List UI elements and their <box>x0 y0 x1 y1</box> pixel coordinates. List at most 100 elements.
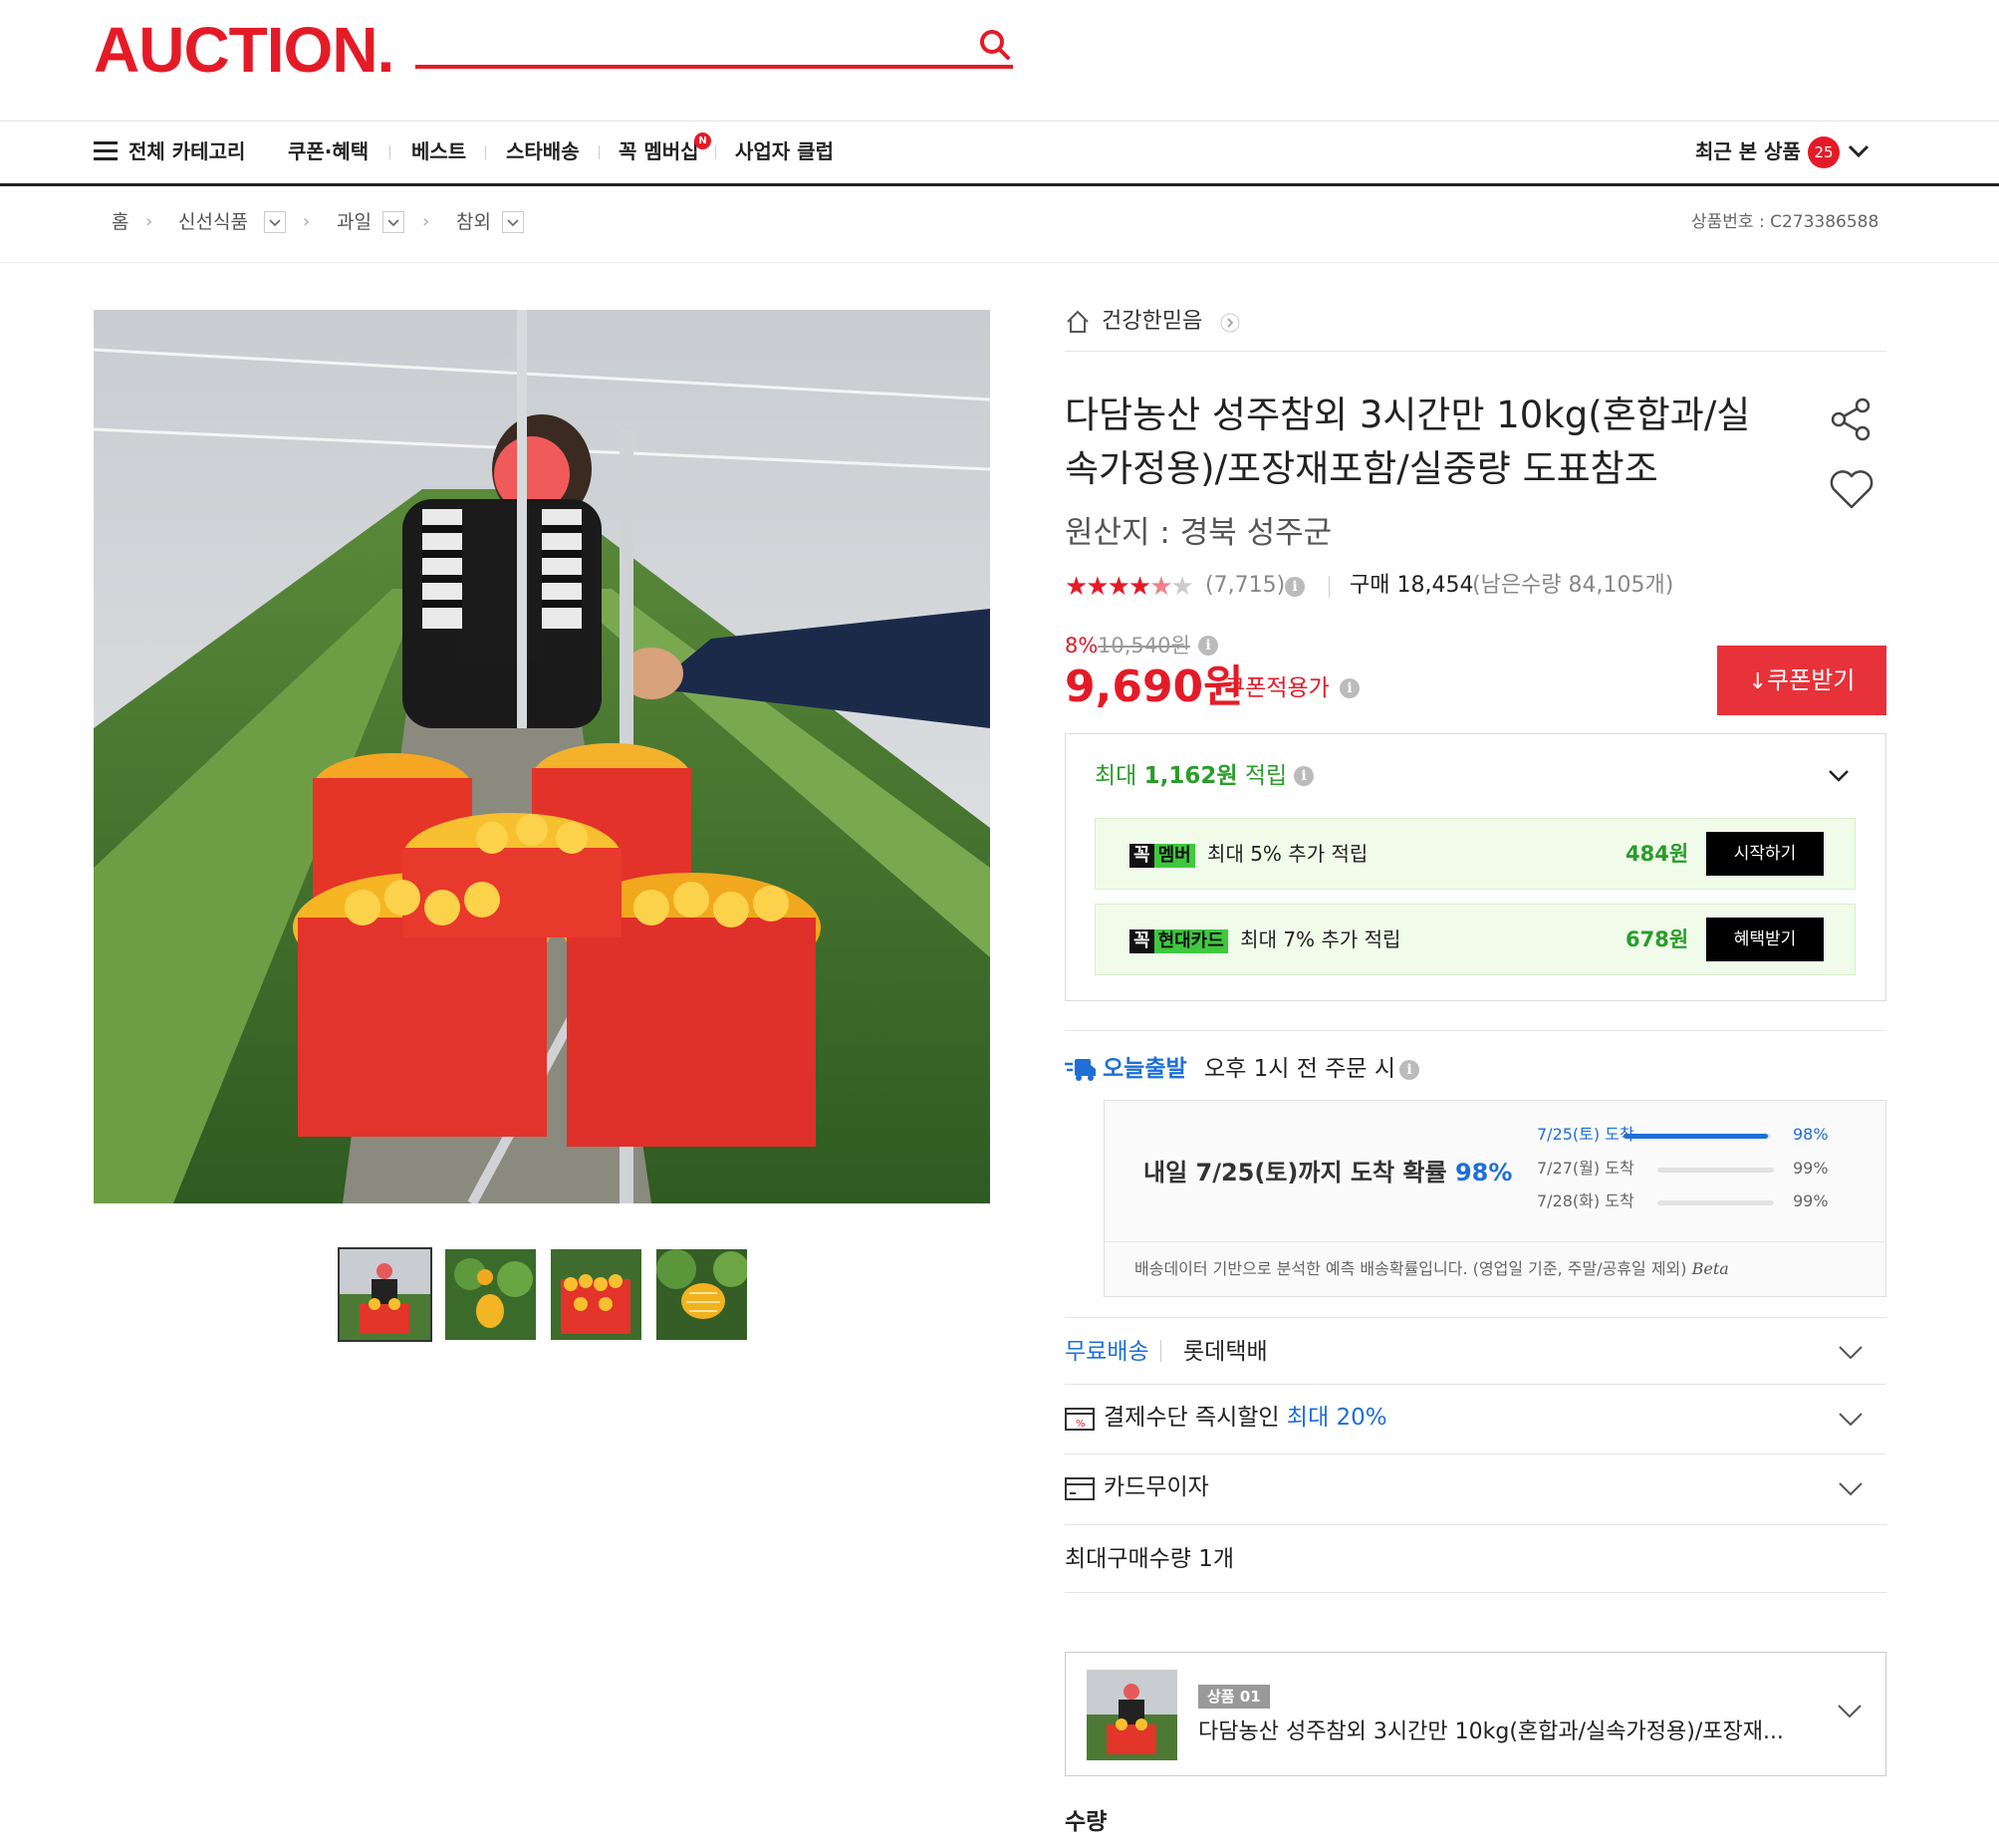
membership-tag: 꼭 <box>1129 844 1154 868</box>
probability-bar-fill <box>1624 1134 1769 1139</box>
info-icon[interactable]: i <box>1285 577 1305 597</box>
seller-divider <box>1065 351 1886 352</box>
breadcrumb-fruit[interactable]: 과일 <box>337 207 372 237</box>
svg-text:%: % <box>1076 1419 1086 1430</box>
breadcrumb-separator: › <box>145 211 153 232</box>
card-points-amount: 678원 <box>1625 927 1689 951</box>
info-icon[interactable]: i <box>1294 766 1314 786</box>
get-benefit-button[interactable]: 혜택받기 <box>1706 918 1824 961</box>
chevron-down-icon[interactable] <box>1848 144 1870 158</box>
chevron-down-icon <box>387 219 399 227</box>
membership-points-amount: 484원 <box>1625 842 1689 866</box>
chevron-right-icon[interactable] <box>1220 313 1240 333</box>
section-divider <box>1065 1453 1886 1454</box>
delivery-row-label: 7/25(토) 도착 <box>1537 1125 1634 1144</box>
breadcrumb-fresh-food[interactable]: 신선식품 <box>178 207 248 237</box>
breadcrumb-separator: › <box>422 211 430 232</box>
delivery-row-pct: 98% <box>1793 1125 1829 1144</box>
search-icon[interactable] <box>978 28 1012 62</box>
section-divider <box>1065 1030 1886 1031</box>
heart-icon[interactable] <box>1829 468 1874 510</box>
discount-card-icon: % <box>1065 1408 1095 1431</box>
chevron-down-icon[interactable] <box>1838 1345 1864 1361</box>
option-select-box[interactable] <box>1065 1652 1886 1776</box>
breadcrumb-melon[interactable]: 참외 <box>456 207 491 237</box>
nav-best[interactable]: 베스트 <box>411 136 466 166</box>
breadcrumb-dropdown[interactable] <box>382 211 404 233</box>
card-tag-label: 현대카드 <box>1153 929 1228 953</box>
seller-name[interactable]: 건강한믿음 <box>1102 306 1202 338</box>
today-dispatch-label: 오늘출발 <box>1103 1056 1187 1082</box>
today-dispatch-text: 오후 1시 전 주문 시 <box>1204 1056 1395 1082</box>
fast-delivery-icon <box>1065 1059 1096 1081</box>
option-thumbnail <box>1087 1670 1177 1760</box>
membership-points-text: 꼭 멤버 최대 5% 추가 적립 <box>1129 842 1368 868</box>
delivery-row-label: 7/27(월) 도착 <box>1537 1159 1634 1178</box>
breadcrumb-dropdown[interactable] <box>502 211 524 233</box>
nav-coupon-benefit[interactable]: 쿠폰·혜택 <box>288 136 369 166</box>
section-divider <box>1065 1524 1886 1525</box>
nav-membership[interactable]: 꼭 멤버십 <box>619 136 699 166</box>
chevron-down-icon[interactable] <box>1838 1481 1864 1497</box>
get-coupon-button[interactable]: ↓쿠폰받기 <box>1717 646 1886 715</box>
chevron-down-icon <box>269 219 281 227</box>
breadcrumb-dropdown[interactable] <box>264 211 286 233</box>
delivery-row-label: 7/28(화) 도착 <box>1537 1191 1634 1210</box>
search-input[interactable] <box>415 65 1013 69</box>
recent-products-button[interactable]: 최근 본 상품 <box>1695 136 1801 166</box>
product-thumbnail-3[interactable] <box>551 1249 641 1340</box>
new-badge: N <box>694 132 711 149</box>
recent-count-badge: 25 <box>1808 136 1840 168</box>
probability-bar <box>1657 1168 1774 1173</box>
delivery-note: 배송데이터 기반으로 분석한 예측 배송확률입니다. (영업일 기준, 주말/공… <box>1134 1259 1729 1278</box>
credit-card-icon <box>1065 1477 1095 1500</box>
product-thumbnail-2[interactable] <box>445 1249 536 1340</box>
delivery-row-pct: 99% <box>1793 1191 1829 1210</box>
nav-divider <box>389 145 390 159</box>
product-thumbnail-1[interactable] <box>338 1247 432 1342</box>
product-origin: 원산지 : 경북 성주군 <box>1065 515 1333 551</box>
menu-icon[interactable] <box>94 141 118 161</box>
original-price: 10,540원 <box>1098 634 1190 658</box>
nav-business-club[interactable]: 사업자 클럽 <box>735 136 834 166</box>
share-icon[interactable] <box>1829 396 1873 442</box>
chevron-down-icon[interactable] <box>1838 1412 1864 1428</box>
chevron-down-icon[interactable] <box>1828 769 1850 783</box>
nav-star-delivery[interactable]: 스타배송 <box>506 136 580 166</box>
nav-divider <box>485 145 486 159</box>
start-membership-button[interactable]: 시작하기 <box>1706 832 1824 876</box>
nav-bottom-border <box>0 183 1999 186</box>
breadcrumb-home[interactable]: 홈 <box>112 207 128 237</box>
beta-label: Beta <box>1691 1259 1729 1278</box>
divider <box>1160 1340 1161 1362</box>
instant-discount-row[interactable]: 결제수단 즉시할인 최대 20% <box>1104 1401 1387 1435</box>
all-categories-button[interactable]: 전체 카테고리 <box>128 136 245 166</box>
remaining-stock: (남은수량 84,105개) <box>1472 573 1674 598</box>
product-title: 다담농산 성주참외 3시간만 10kg(혼합과/실속가정용)/포장재포함/실중량… <box>1065 394 1751 490</box>
chevron-down-icon <box>507 219 519 227</box>
info-icon[interactable]: i <box>1340 678 1360 698</box>
purchase-count: 구매 18,454 <box>1350 573 1474 598</box>
auction-logo[interactable]: AUCTION. <box>94 18 394 82</box>
product-main-image[interactable] <box>94 310 990 1203</box>
review-count[interactable]: (7,715) <box>1205 569 1285 603</box>
info-icon[interactable]: i <box>1198 636 1218 656</box>
store-home-icon <box>1067 310 1089 333</box>
delivery-headline: 내일 7/25(토)까지 도착 확률 98% <box>1143 1159 1513 1187</box>
option-name: 다담농산 성주참외 3시간만 10kg(혼합과/실속가정용)/포장재... <box>1198 1719 1784 1744</box>
membership-tag-label: 멤버 <box>1153 844 1195 868</box>
delivery-row-pct: 99% <box>1793 1159 1829 1178</box>
points-headline[interactable]: 최대 1,162원 적립 <box>1095 759 1287 793</box>
info-icon[interactable]: i <box>1399 1060 1419 1080</box>
probability-bar <box>1657 1200 1774 1205</box>
product-thumbnail-4[interactable] <box>656 1249 747 1340</box>
section-divider <box>1065 1384 1886 1385</box>
download-icon: ↓ <box>1748 669 1768 694</box>
card-installment-row[interactable]: 카드무이자 <box>1104 1470 1209 1504</box>
nav-divider <box>715 145 716 159</box>
card-points-text: 꼭 현대카드 최대 7% 추가 적립 <box>1129 927 1400 953</box>
chevron-down-icon[interactable] <box>1837 1704 1863 1719</box>
product-number: 상품번호 : C273386588 <box>1691 212 1879 232</box>
rating-stars[interactable]: ★★★★★★ <box>1065 574 1194 600</box>
coupon-price-label: 쿠폰적용가 <box>1224 675 1330 701</box>
